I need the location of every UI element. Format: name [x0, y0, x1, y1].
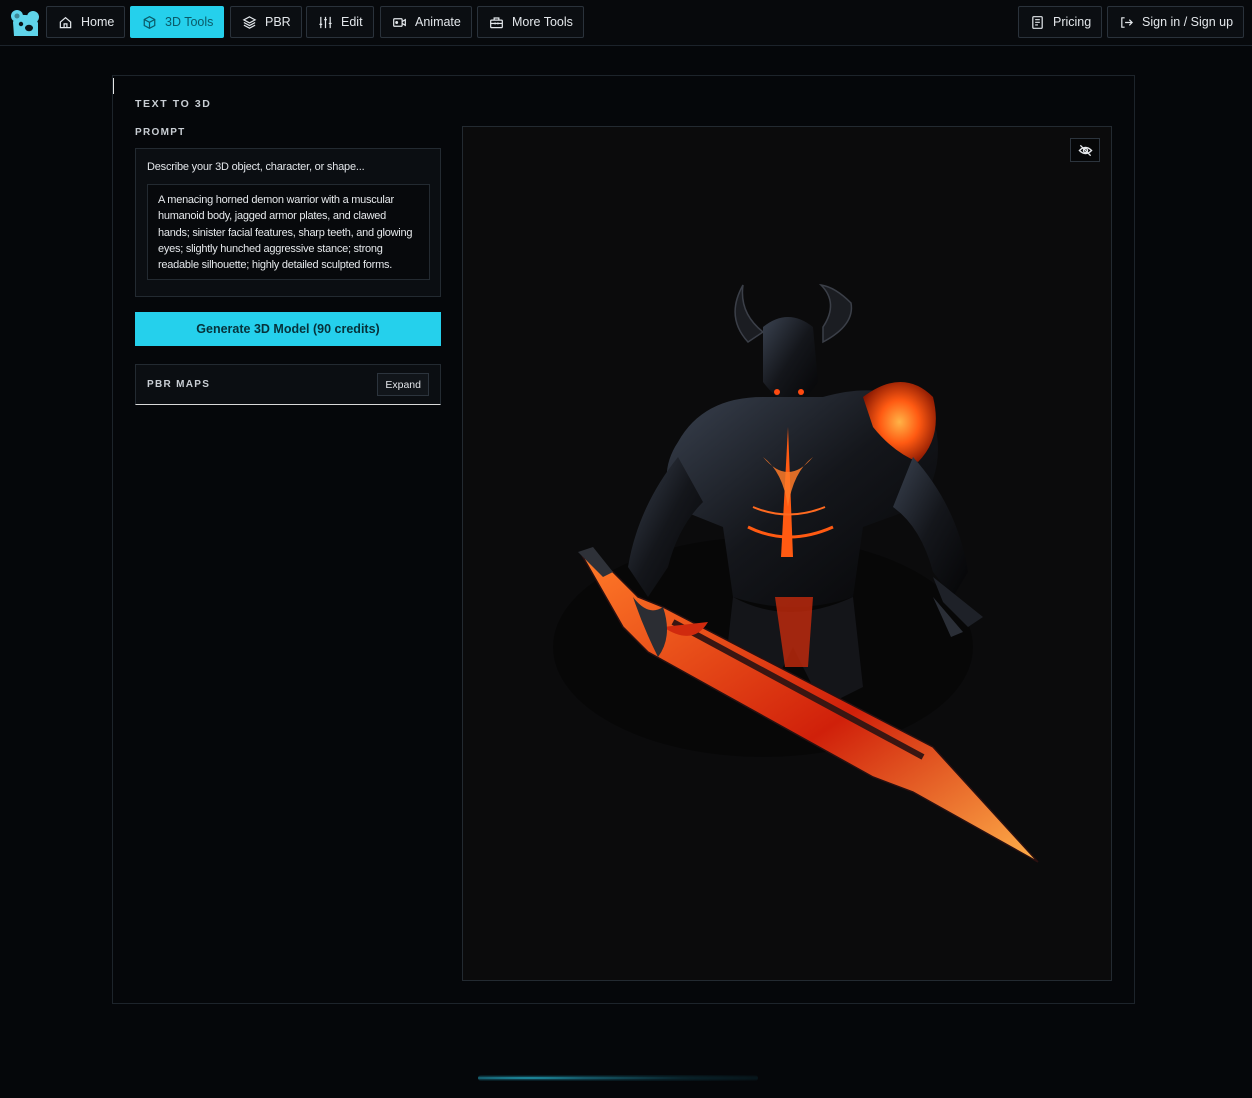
prompt-textarea[interactable]: A menacing horned demon warrior with a m… — [147, 184, 430, 280]
document-icon — [1032, 15, 1043, 29]
generate-3d-model-button[interactable]: Generate 3D Model (90 credits) — [135, 312, 441, 346]
prompt-label: PROMPT — [135, 127, 186, 138]
expand-button[interactable]: Expand — [377, 373, 429, 396]
toolbox-icon — [490, 16, 503, 28]
pbr-maps-label: PBR MAPS — [147, 379, 211, 390]
nav-edit-label: Edit — [341, 15, 363, 29]
text-cursor — [113, 78, 114, 94]
nav-pbr-label: PBR — [265, 15, 291, 29]
model-viewer[interactable] — [462, 126, 1112, 981]
nav-sign-in-button[interactable]: Sign in / Sign up — [1107, 6, 1245, 38]
nav-more-tools-button[interactable]: More Tools — [477, 6, 584, 38]
prompt-placeholder-hint: Describe your 3D object, character, or s… — [147, 161, 365, 173]
layers-icon — [242, 15, 257, 29]
nav-pbr-button[interactable]: PBR — [230, 6, 302, 38]
nav-more-tools-label: More Tools — [512, 15, 573, 29]
video-icon — [393, 17, 406, 27]
nav-3d-tools-label: 3D Tools — [165, 15, 214, 29]
home-icon — [59, 16, 72, 28]
bottom-glow-decoration — [478, 1075, 758, 1081]
koala-logo-icon[interactable] — [10, 8, 40, 38]
eye-off-icon — [1077, 144, 1093, 156]
prompt-card: Describe your 3D object, character, or s… — [135, 148, 441, 297]
nav-home-button[interactable]: Home — [46, 6, 126, 38]
nav-pricing-button[interactable]: Pricing — [1018, 6, 1103, 38]
nav-animate-label: Animate — [415, 15, 461, 29]
nav-home-label: Home — [81, 15, 115, 29]
nav-sign-in-label: Sign in / Sign up — [1142, 15, 1234, 29]
toggle-visibility-button[interactable] — [1070, 138, 1100, 162]
cube-icon — [143, 15, 156, 29]
section-title: TEXT TO 3D — [135, 98, 212, 110]
nav-edit-button[interactable]: Edit — [306, 6, 374, 38]
nav-3d-tools-button[interactable]: 3D Tools — [130, 6, 225, 38]
top-nav-bar: Home 3D Tools PBR Edit Animate More Tool… — [0, 0, 1252, 46]
nav-animate-button[interactable]: Animate — [380, 6, 472, 38]
pbr-maps-section: PBR MAPS Expand — [135, 364, 441, 405]
demon-warrior-model — [553, 283, 1039, 863]
sliders-icon — [319, 16, 332, 28]
sign-in-icon — [1121, 16, 1133, 28]
nav-pricing-label: Pricing — [1053, 15, 1092, 29]
